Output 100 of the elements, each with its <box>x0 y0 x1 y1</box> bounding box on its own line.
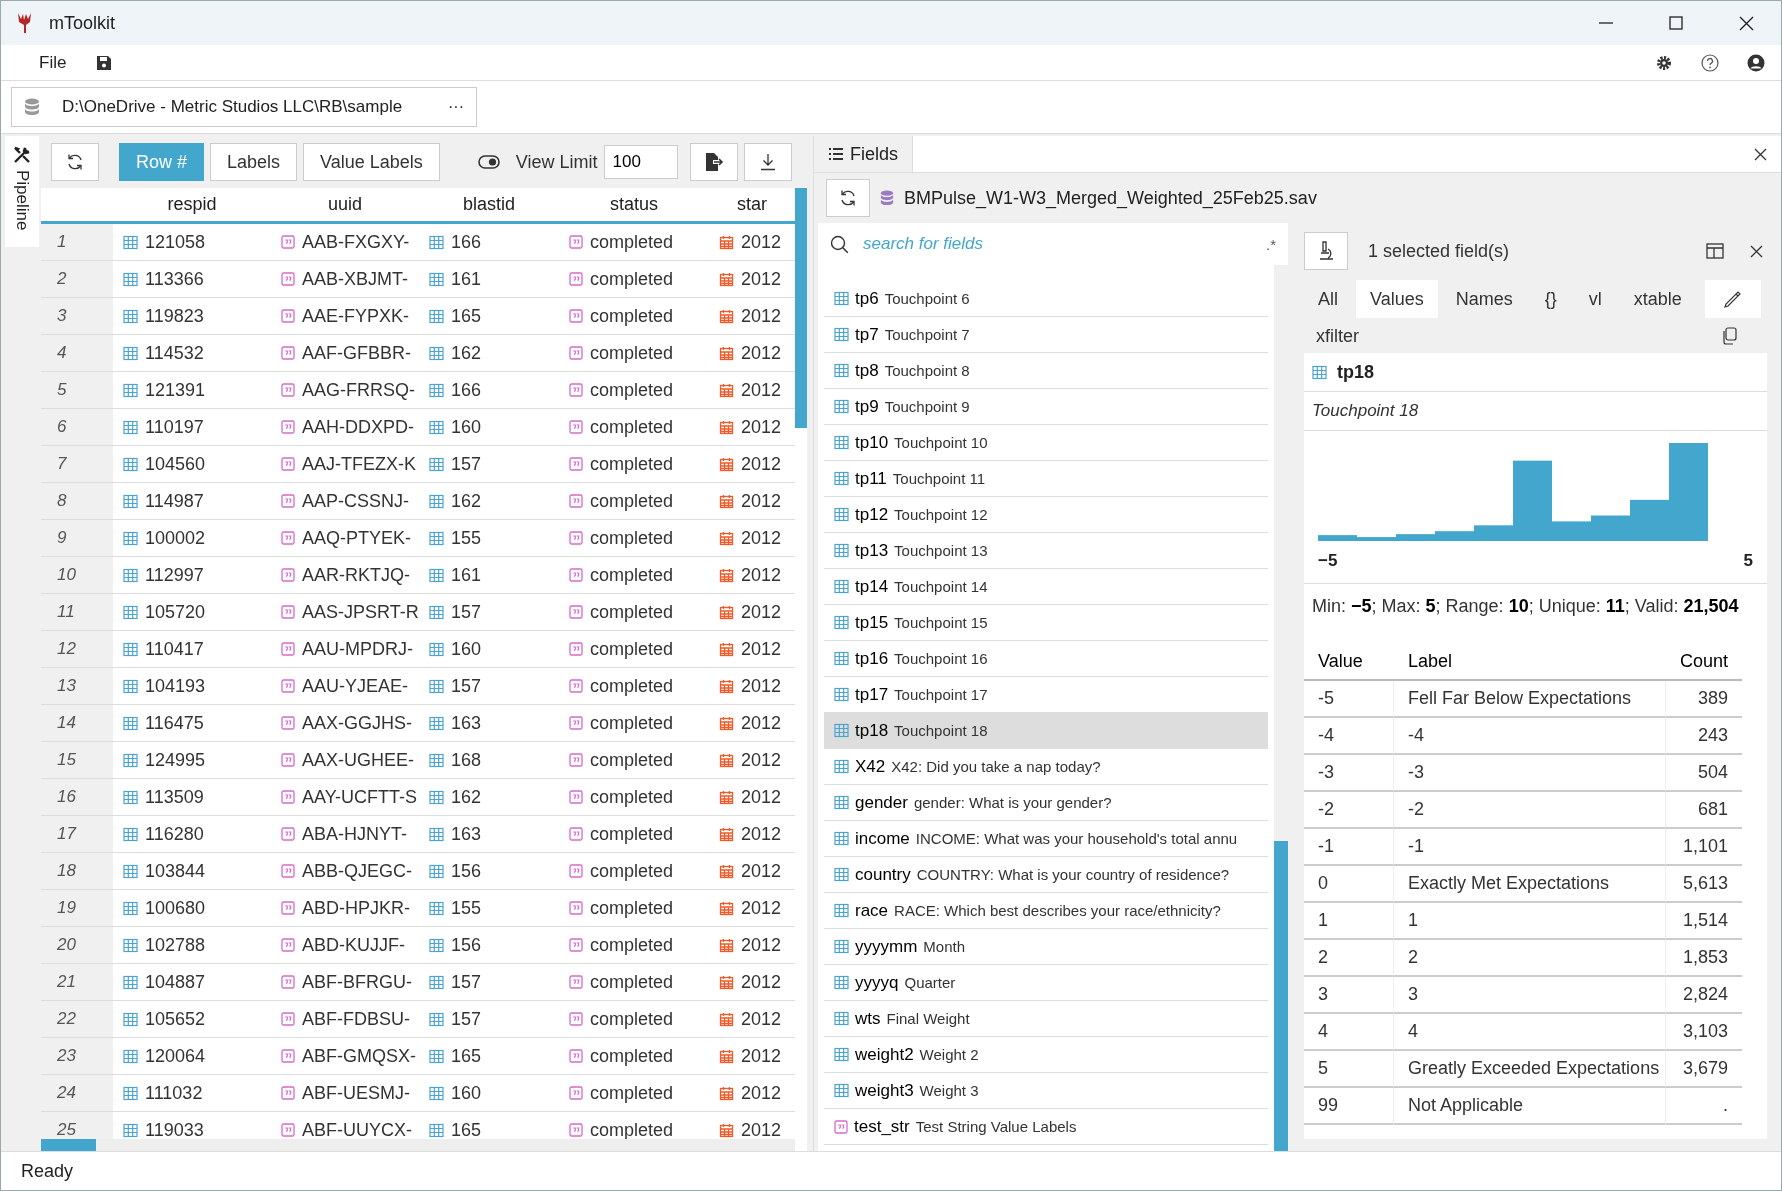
save-icon[interactable] <box>96 54 113 71</box>
column-header[interactable]: blastid <box>419 194 559 215</box>
scrollbar-thumb[interactable] <box>795 188 807 428</box>
table-cell: 155 <box>451 897 482 919</box>
table-cell: -3 <box>1304 755 1394 792</box>
refresh-icon <box>839 189 857 207</box>
source-path-field[interactable]: D:\OneDrive - Metric Studios LLC\RB\sample ··· <box>11 87 477 127</box>
table-cell: 104193 <box>145 675 206 697</box>
table-cell: 504 <box>1666 755 1743 792</box>
calendar-icon <box>719 234 734 250</box>
table-cell: 119033 <box>145 1119 204 1139</box>
detail-tab[interactable]: xtable <box>1619 280 1696 318</box>
calendar-icon <box>719 604 734 620</box>
row-number: 6 <box>41 409 113 445</box>
grid-icon <box>123 678 138 694</box>
view-limit-field[interactable]: 100 <box>603 145 678 179</box>
scrollbar-thumb[interactable] <box>1274 841 1288 1151</box>
quote-icon <box>281 938 295 952</box>
table-cell: completed <box>590 416 674 438</box>
column-header: Value <box>1304 643 1394 681</box>
table-cell: ABF-GMQSX- <box>302 1045 416 1067</box>
toggle-icon[interactable] <box>477 155 500 169</box>
grid-icon <box>429 1011 444 1027</box>
table-cell: completed <box>590 971 674 993</box>
window-title: mToolkit <box>49 12 115 34</box>
grid-icon <box>123 789 138 805</box>
table-cell: ABB-QJEGC- <box>302 860 412 882</box>
regex-toggle[interactable]: .* <box>1266 235 1276 253</box>
view-toggle-button[interactable]: Value Labels <box>303 143 440 181</box>
table-cell: completed <box>590 1119 674 1139</box>
file-name: BMPulse_W1-W3_Merged_Weighted_25Feb25.sav <box>904 187 1317 209</box>
calendar-icon <box>719 456 734 472</box>
table-cell: 121391 <box>145 379 206 401</box>
search-field[interactable]: search for fields .* <box>818 223 1288 265</box>
close-icon <box>1754 147 1767 161</box>
table-cell: 2012 <box>741 1119 782 1139</box>
refresh-button[interactable] <box>826 179 870 217</box>
table-cell: 157 <box>451 601 482 623</box>
quote-icon <box>569 309 583 323</box>
field-item[interactable]: tp18 Touchpoint 18 <box>824 713 1268 749</box>
inspect-button[interactable] <box>1304 232 1348 270</box>
table-cell: 2012 <box>741 342 782 364</box>
grid-icon <box>834 1047 849 1062</box>
pipeline-tab[interactable]: Pipeline <box>5 136 39 247</box>
detail-tab[interactable]: vl <box>1574 280 1616 318</box>
scrollbar-thumb[interactable] <box>41 1139 96 1151</box>
view-toggle-button[interactable]: Labels <box>210 143 298 181</box>
database-icon <box>880 189 894 207</box>
column-header[interactable]: respid <box>113 194 271 215</box>
detail-tab[interactable]: Values <box>1356 280 1438 318</box>
table-cell: -4 <box>1394 718 1666 755</box>
table-cell: AAU-YJEAE- <box>302 675 409 697</box>
database-icon <box>24 98 40 116</box>
grid-icon <box>123 1085 138 1101</box>
table-cell: 104560 <box>145 453 206 475</box>
quote-icon <box>569 790 583 804</box>
download-button[interactable] <box>743 143 792 181</box>
column-header: Label <box>1394 643 1666 681</box>
row-number: 10 <box>41 557 113 593</box>
detail-tab[interactable]: {} <box>1530 280 1571 318</box>
table-cell: AAJ-TFEZX-K <box>302 453 416 475</box>
table-cell: completed <box>590 342 674 364</box>
detail-tab[interactable]: xfilter <box>1304 325 1371 347</box>
table-cell: 120064 <box>145 1045 206 1067</box>
user-icon[interactable] <box>1747 53 1765 72</box>
column-header[interactable]: star <box>709 194 795 215</box>
column-header[interactable]: uuid <box>271 194 419 215</box>
table-cell: 389 <box>1666 681 1743 718</box>
detail-tab[interactable]: All <box>1304 280 1352 318</box>
calendar-icon <box>719 493 734 509</box>
table-cell: 2012 <box>741 268 782 290</box>
close-icon[interactable] <box>1750 244 1763 258</box>
quote-icon <box>281 716 295 730</box>
table-cell: . <box>1666 1088 1743 1125</box>
grid-icon <box>429 308 444 324</box>
layout-icon[interactable] <box>1706 243 1724 259</box>
table-cell: Not Applicable <box>1394 1088 1666 1125</box>
table-cell: 166 <box>451 379 482 401</box>
table-cell: 162 <box>451 342 482 364</box>
detail-tab[interactable]: Names <box>1441 280 1527 318</box>
column-header[interactable]: status <box>559 194 709 215</box>
table-cell: 155 <box>451 527 482 549</box>
more-button[interactable]: ··· <box>448 98 464 116</box>
table-cell: 165 <box>451 1119 482 1139</box>
grid-icon <box>834 471 849 486</box>
calendar-icon <box>719 271 734 287</box>
grid-icon <box>834 975 849 990</box>
calendar-icon <box>719 789 734 805</box>
table-cell: 156 <box>451 860 482 882</box>
refresh-button[interactable] <box>51 143 99 181</box>
grid-icon <box>834 687 849 702</box>
help-icon[interactable] <box>1701 53 1719 72</box>
table-cell: 1 <box>1394 903 1666 940</box>
fields-tab[interactable]: Fields <box>814 136 913 172</box>
export-button[interactable] <box>689 143 738 181</box>
copy-button[interactable] <box>1721 327 1737 345</box>
grid-icon <box>429 937 444 953</box>
settings-icon[interactable] <box>1655 53 1673 72</box>
menu-item[interactable]: File <box>39 52 67 73</box>
grid-icon <box>429 789 444 805</box>
